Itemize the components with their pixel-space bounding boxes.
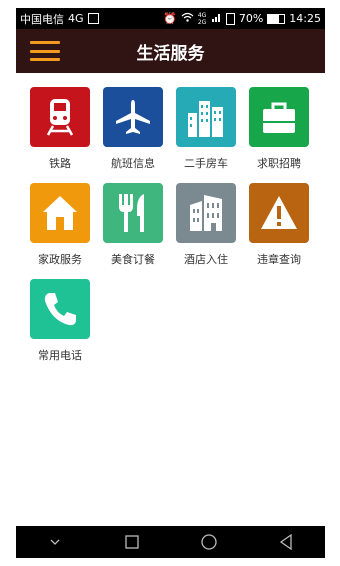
service-tile-food-order[interactable]: 美食订餐: [103, 183, 163, 267]
signal-icon: [211, 12, 222, 25]
service-icon-box: [249, 87, 309, 147]
hotel-icon: [190, 195, 222, 231]
chevron-down-icon: [50, 539, 60, 545]
menu-line: [30, 49, 60, 53]
cutlery-icon: [119, 194, 144, 232]
app-header: 生活服务: [16, 29, 325, 73]
buildings-icon: [188, 101, 223, 137]
service-label: 求职招聘: [257, 157, 301, 170]
back-button[interactable]: [266, 526, 306, 558]
carrier-label: 中国电信: [20, 12, 64, 26]
status-bar: 中国电信 4G ⏰ 4G 2G 70% 14:25: [16, 8, 325, 29]
service-icon-box: [176, 87, 236, 147]
service-icon-box: [30, 183, 90, 243]
service-tile-flight[interactable]: 航班信息: [103, 87, 163, 171]
service-tile-hotel[interactable]: 酒店入住: [176, 183, 236, 267]
back-triangle-icon: [280, 534, 293, 550]
service-label: 二手房车: [184, 157, 228, 170]
service-tile-railway[interactable]: 铁路: [30, 87, 90, 171]
service-grid: 铁路 航班信息 二手房车 求职招聘 家政服务 美食订餐 酒店入住 违章查询 常用…: [30, 87, 311, 363]
alarm-icon: ⏰: [163, 12, 177, 25]
square-icon: [125, 535, 139, 549]
service-icon-box: [249, 183, 309, 243]
service-tile-used-house-car[interactable]: 二手房车: [176, 87, 236, 171]
service-label: 美食订餐: [111, 253, 155, 266]
phone-icon: [44, 293, 76, 326]
home-button[interactable]: [189, 526, 229, 558]
battery-percent: 70%: [238, 12, 264, 25]
hide-keyboard-button[interactable]: [35, 526, 75, 558]
sim-icon: [225, 12, 235, 25]
train-icon: [46, 99, 74, 136]
house-icon: [43, 196, 77, 230]
clock: 14:25: [289, 12, 321, 25]
service-tile-traffic-violation[interactable]: 违章查询: [249, 183, 309, 267]
service-label: 常用电话: [38, 349, 82, 362]
image-notification-icon: [87, 13, 99, 24]
network-label: 4G: [68, 12, 84, 25]
menu-button[interactable]: [30, 37, 60, 65]
service-label: 铁路: [49, 157, 71, 170]
service-tile-housekeeping[interactable]: 家政服务: [30, 183, 90, 267]
phone-screen: 中国电信 4G ⏰ 4G 2G 70% 14:25 生活服务 铁路 航班信息 二…: [16, 8, 325, 558]
warning-icon: [261, 196, 297, 229]
service-label: 航班信息: [111, 157, 155, 170]
battery-icon: [267, 13, 286, 24]
airplane-icon: [116, 100, 150, 134]
service-label: 家政服务: [38, 253, 82, 266]
system-nav-bar: [16, 526, 325, 558]
service-icon-box: [103, 183, 163, 243]
service-tile-jobs[interactable]: 求职招聘: [249, 87, 309, 171]
service-tile-phone[interactable]: 常用电话: [30, 279, 90, 363]
service-label: 酒店入住: [184, 253, 228, 266]
menu-line: [30, 58, 60, 61]
recent-apps-button[interactable]: [112, 526, 152, 558]
service-icon-box: [176, 183, 236, 243]
wifi-icon: [181, 12, 194, 25]
battery-fill: [268, 14, 280, 23]
service-icon-box: [103, 87, 163, 147]
briefcase-icon: [263, 102, 295, 133]
page-title: 生活服务: [136, 43, 205, 64]
circle-icon: [201, 534, 217, 550]
signal-label: 4G 2G: [197, 11, 207, 26]
service-icon-box: [30, 279, 90, 339]
service-icon-box: [30, 87, 90, 147]
service-label: 违章查询: [257, 253, 301, 266]
menu-line: [30, 41, 60, 44]
